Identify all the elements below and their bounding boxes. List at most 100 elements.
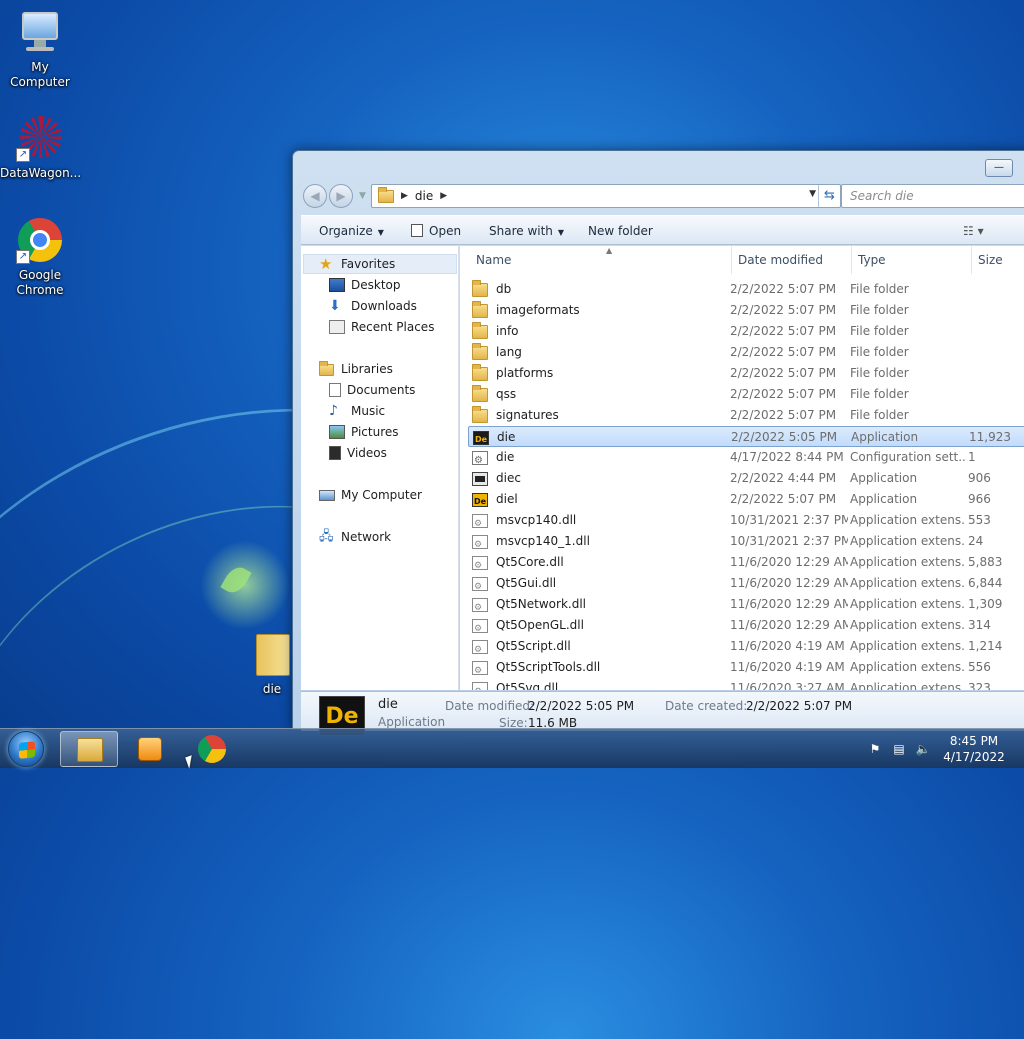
start-button[interactable] bbox=[8, 731, 44, 767]
share-with-button[interactable]: Share with ▼ bbox=[489, 216, 564, 246]
file-size: 553 bbox=[968, 513, 991, 527]
file-row[interactable]: db 2/2/2022 5:07 PM File folder bbox=[468, 279, 1024, 300]
organize-button[interactable]: Organize ▼ bbox=[319, 216, 384, 246]
minimize-button[interactable]: — bbox=[985, 159, 1013, 177]
recent-pages-dropdown[interactable]: ▼ bbox=[359, 191, 366, 201]
file-row[interactable]: De diel 2/2/2022 5:07 PM Application 966 bbox=[468, 489, 1024, 510]
dll-file-icon bbox=[472, 681, 488, 690]
folder-icon bbox=[378, 186, 394, 203]
file-date-modified: 2/2/2022 5:07 PM bbox=[730, 387, 837, 401]
sort-ascending-icon: ▲ bbox=[606, 246, 613, 255]
clock-time: 8:45 PM bbox=[949, 734, 999, 748]
file-row[interactable]: qss 2/2/2022 5:07 PM File folder bbox=[468, 384, 1024, 405]
file-date-modified: 2/2/2022 4:44 PM bbox=[730, 471, 837, 485]
nav-libraries[interactable]: Libraries bbox=[319, 359, 393, 379]
clock[interactable]: 8:45 PM 4/17/2022 bbox=[934, 733, 1014, 765]
console-app-icon bbox=[472, 471, 488, 486]
nav-favorites-label: Favorites bbox=[341, 257, 396, 271]
file-type: File folder bbox=[850, 345, 909, 359]
file-row[interactable]: msvcp140.dll 10/31/2021 2:37 PMApplicatio… bbox=[468, 510, 1024, 531]
open-button[interactable]: Open bbox=[411, 216, 461, 246]
file-row[interactable]: lang 2/2/2022 5:07 PM File folder bbox=[468, 342, 1024, 363]
new-folder-button[interactable]: New folder bbox=[588, 216, 653, 246]
file-name: lang bbox=[496, 345, 522, 359]
nav-my-computer[interactable]: My Computer bbox=[319, 485, 422, 505]
address-bar[interactable]: ▶ die ▶ ▼ ⇆ bbox=[371, 184, 841, 208]
file-name: die bbox=[496, 450, 515, 464]
file-date-modified: 10/31/2021 2:37 PM bbox=[730, 534, 848, 548]
file-row[interactable]: diec 2/2/2022 4:44 PM Application 906 bbox=[468, 468, 1024, 489]
back-button[interactable]: ◀ bbox=[303, 184, 327, 208]
dll-file-icon bbox=[472, 555, 488, 573]
breadcrumb-die[interactable]: die bbox=[415, 189, 433, 203]
nav-network[interactable]: 🖧 Network bbox=[319, 527, 391, 547]
file-size: 5,883 bbox=[968, 555, 1003, 569]
file-row[interactable]: De die 2/2/2022 5:05 PM Application 11,923 bbox=[468, 426, 1024, 447]
navigation-pane: ★ Favorites Desktop ⬇ Downloads Recent P… bbox=[301, 246, 459, 690]
column-header-name[interactable]: Name ▲ bbox=[470, 246, 732, 274]
file-row[interactable]: Qt5OpenGL.dll 11/6/2020 12:29 AMApplicati… bbox=[468, 615, 1024, 636]
file-row[interactable]: Qt5ScriptTools.dll 11/6/2020 4:19 AM Appli… bbox=[468, 657, 1024, 678]
music-icon: ♪ bbox=[329, 403, 338, 419]
file-date-modified: 11/6/2020 12:29 AM bbox=[730, 597, 848, 611]
file-row[interactable]: Qt5Core.dll 11/6/2020 12:29 AMApplication… bbox=[468, 552, 1024, 573]
refresh-icon[interactable]: ⇆ bbox=[818, 185, 840, 207]
address-dropdown-icon[interactable]: ▼ bbox=[809, 189, 816, 199]
nav-downloads[interactable]: ⬇ Downloads bbox=[329, 296, 417, 316]
nav-music[interactable]: ♪ Music bbox=[329, 401, 385, 421]
desktop-icon-my-computer[interactable]: My Computer bbox=[0, 8, 80, 90]
view-options-icon[interactable]: ☷ ▾ bbox=[963, 224, 984, 238]
file-row[interactable]: Qt5Gui.dll 11/6/2020 12:29 AMApplication … bbox=[468, 573, 1024, 594]
settings-file-icon bbox=[472, 450, 488, 468]
file-row[interactable]: info 2/2/2022 5:07 PM File folder bbox=[468, 321, 1024, 342]
file-row[interactable]: die 4/17/2022 8:44 PM Configuration sett..… bbox=[468, 447, 1024, 468]
network-icon[interactable]: ▤ bbox=[891, 741, 907, 757]
nav-recent-places[interactable]: Recent Places bbox=[329, 317, 434, 337]
file-name-cell: die bbox=[472, 447, 722, 468]
nav-desktop[interactable]: Desktop bbox=[329, 275, 401, 295]
wallpaper-leaf bbox=[220, 562, 252, 598]
chrome-icon bbox=[198, 735, 226, 763]
folder-icon bbox=[472, 300, 488, 318]
breadcrumb-chevron-icon[interactable]: ▶ bbox=[401, 191, 408, 201]
desktop-icon-label: DataWagon... bbox=[0, 166, 82, 180]
nav-documents[interactable]: Documents bbox=[329, 380, 415, 400]
file-date-modified: 11/6/2020 4:19 AM bbox=[730, 660, 845, 674]
computer-icon bbox=[319, 489, 335, 501]
file-row[interactable]: Qt5Script.dll 11/6/2020 4:19 AM Applicatio… bbox=[468, 636, 1024, 657]
action-center-icon[interactable]: ⚑ bbox=[867, 741, 883, 757]
open-label: Open bbox=[429, 224, 462, 238]
file-row[interactable]: Qt5Svg.dll 11/6/2020 3:27 AM Application e… bbox=[468, 678, 1024, 690]
file-name: msvcp140_1.dll bbox=[496, 534, 590, 548]
column-header-type[interactable]: Type bbox=[852, 246, 972, 274]
folder-icon bbox=[472, 384, 488, 402]
details-file-type: Application bbox=[378, 715, 446, 729]
breadcrumb-chevron-icon[interactable]: ▶ bbox=[440, 191, 447, 201]
file-row[interactable]: platforms 2/2/2022 5:07 PM File folder bbox=[468, 363, 1024, 384]
wallpaper-glow bbox=[200, 540, 290, 630]
dll-file-icon bbox=[472, 639, 488, 657]
file-date-modified: 11/6/2020 12:29 AM bbox=[730, 555, 848, 569]
nav-videos[interactable]: Videos bbox=[329, 443, 387, 463]
file-row[interactable]: Qt5Network.dll 11/6/2020 12:29 AMApplicat… bbox=[468, 594, 1024, 615]
nav-pictures[interactable]: Pictures bbox=[329, 422, 399, 442]
column-header-size[interactable]: Size bbox=[972, 246, 1024, 274]
file-size: 966 bbox=[968, 492, 991, 506]
desktop-icon-datawagon[interactable]: ↗ DataWagon... bbox=[0, 114, 82, 181]
search-input[interactable]: Search die bbox=[841, 184, 1024, 208]
taskbar-explorer-button[interactable] bbox=[60, 731, 118, 767]
desktop-icon-google-chrome[interactable]: ↗ Google Chrome bbox=[0, 216, 80, 298]
taskbar: ⚑ ▤ 🔈 8:45 PM 4/17/2022 bbox=[0, 728, 1024, 768]
taskbar-media-player-button[interactable] bbox=[122, 731, 180, 767]
file-date-modified: 2/2/2022 5:07 PM bbox=[730, 303, 837, 317]
nav-favorites[interactable]: ★ Favorites bbox=[319, 254, 395, 274]
column-header-date[interactable]: Date modified bbox=[732, 246, 852, 274]
forward-button[interactable]: ▶ bbox=[329, 184, 353, 208]
volume-icon[interactable]: 🔈 bbox=[915, 741, 931, 757]
file-row[interactable]: msvcp140_1.dll 10/31/2021 2:37 PMApplicat… bbox=[468, 531, 1024, 552]
dll-file-icon bbox=[472, 576, 488, 594]
file-date-modified: 2/2/2022 5:07 PM bbox=[730, 366, 837, 380]
file-name-cell: platforms bbox=[472, 363, 722, 384]
file-row[interactable]: imageformats 2/2/2022 5:07 PM File folder bbox=[468, 300, 1024, 321]
file-row[interactable]: signatures 2/2/2022 5:07 PM File folder bbox=[468, 405, 1024, 426]
